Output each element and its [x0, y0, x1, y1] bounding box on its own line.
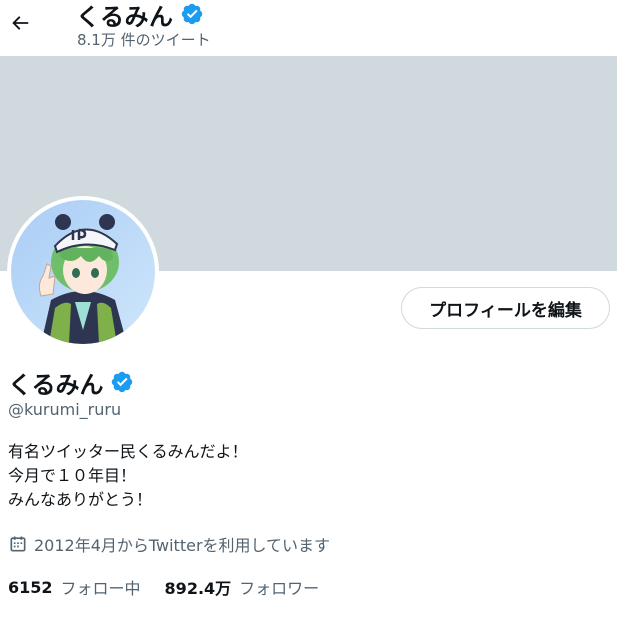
arrow-left-icon	[12, 16, 29, 30]
avatar[interactable]	[7, 196, 159, 348]
following-count: 6152	[8, 577, 53, 597]
edit-profile-button[interactable]: プロフィールを編集	[401, 287, 610, 329]
tweet-count: 8.1万 件のツイート	[77, 31, 211, 49]
bio: 有名ツイッター民くるみんだよ！ 今月で１０年目！ みんなありがとう！	[8, 440, 248, 512]
following-link[interactable]: 6152 フォロー中	[8, 575, 141, 599]
bio-line: みんなありがとう！	[8, 490, 153, 509]
follow-stats: 6152 フォロー中 892.4万 フォロワー	[8, 574, 319, 600]
followers-count: 892.4万	[164, 579, 232, 598]
display-name: くるみん	[8, 370, 104, 399]
avatar-image	[11, 200, 155, 344]
joined-date: 2012年4月からTwitterを利用しています	[8, 532, 330, 556]
calendar-icon	[8, 534, 28, 554]
bio-line: 有名ツイッター民くるみんだよ！	[8, 442, 248, 461]
followers-label: フォロワー	[239, 579, 320, 598]
following-label: フォロー中	[60, 579, 141, 598]
header-title: くるみん	[76, 0, 204, 31]
verified-badge-icon	[180, 2, 204, 26]
verified-badge-icon	[110, 370, 134, 394]
header-display-name: くるみん	[76, 2, 174, 31]
user-handle: @kurumi_ruru	[8, 400, 122, 419]
followers-link[interactable]: 892.4万 フォロワー	[165, 575, 320, 599]
joined-text: 2012年4月からTwitterを利用しています	[34, 536, 331, 555]
profile-name: くるみん	[8, 366, 134, 399]
profile-header: くるみん 8.1万 件のツイート	[0, 0, 617, 56]
bio-line: 今月で１０年目！	[8, 466, 137, 485]
back-button[interactable]	[6, 6, 34, 40]
